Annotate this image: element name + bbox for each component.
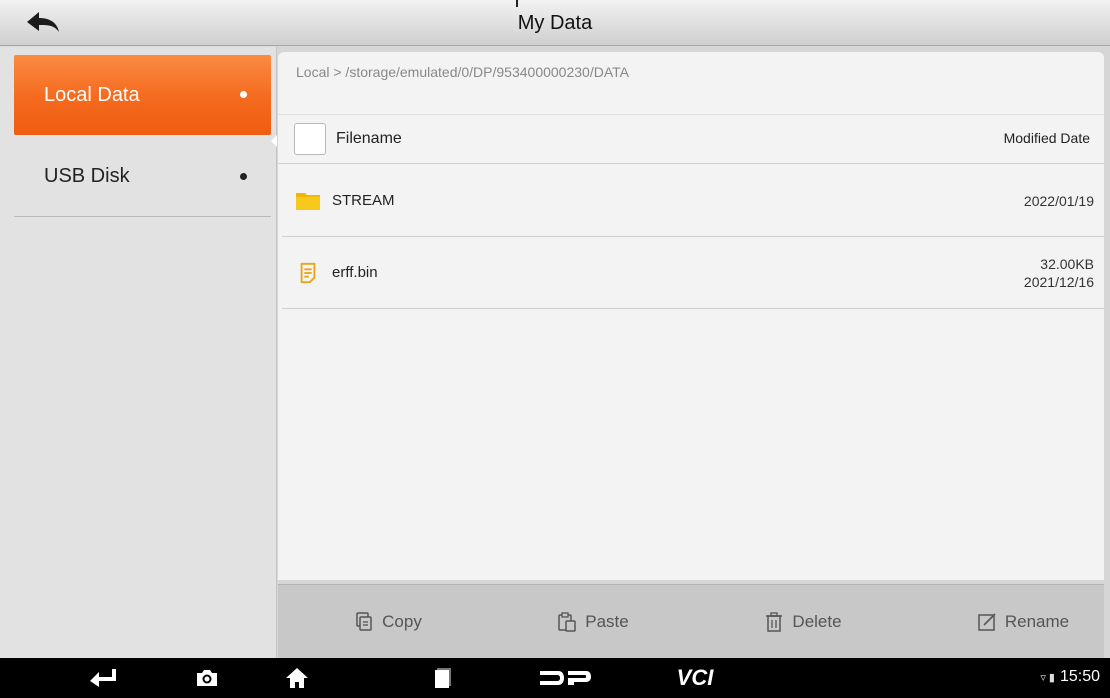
page-title: My Data	[517, 12, 593, 34]
file-name: erff.bin	[332, 264, 378, 281]
dp-logo-icon	[540, 671, 591, 685]
copy-label: Copy	[382, 612, 422, 631]
folder-icon	[296, 193, 320, 210]
home-icon	[286, 668, 308, 688]
rename-label: Rename	[1004, 612, 1070, 631]
delete-label: Delete	[792, 612, 842, 631]
sidebar-item-usb-disk[interactable]: USB Disk	[14, 137, 271, 217]
edit-icon	[978, 613, 996, 631]
clock: 15:50	[1059, 668, 1100, 685]
file-size: 32.00KB	[1040, 256, 1094, 272]
file-meta: 2022/01/19	[1024, 165, 1094, 237]
dp-logo-button[interactable]	[530, 658, 600, 698]
paste-button[interactable]: Paste	[533, 585, 653, 659]
vci-button[interactable]: VCI	[660, 658, 730, 698]
sidebar: Local Data USB Disk	[0, 47, 277, 658]
nav-home-button[interactable]	[272, 658, 322, 698]
column-header-modified-date: Modified Date	[1003, 130, 1090, 146]
file-meta: 32.00KB 2021/12/16	[1024, 237, 1094, 309]
return-arrow-icon	[90, 669, 116, 687]
nav-back-button[interactable]	[78, 658, 128, 698]
document-icon	[300, 262, 316, 284]
breadcrumb: Local > /storage/emulated/0/DP/953400000…	[296, 64, 629, 80]
file-row[interactable]: erff.bin 32.00KB 2021/12/16	[282, 237, 1104, 309]
status-area: ▿ ▮ 15:50	[1040, 668, 1100, 686]
delete-button[interactable]: Delete	[738, 585, 868, 659]
sidebar-item-label: USB Disk	[44, 165, 130, 187]
action-toolbar: Copy Paste Delete Rename	[278, 584, 1104, 658]
paste-label: Paste	[585, 612, 629, 631]
column-header-filename: Filename	[336, 130, 402, 147]
select-all-checkbox[interactable]	[294, 123, 326, 155]
sidebar-item-local-data[interactable]: Local Data	[14, 55, 271, 135]
dot-indicator	[240, 91, 247, 98]
trash-icon	[766, 612, 783, 632]
nav-recent-apps-button[interactable]	[418, 658, 468, 698]
file-date: 2022/01/19	[1023, 193, 1094, 209]
dot-indicator	[240, 173, 247, 180]
recent-apps-icon	[435, 668, 451, 688]
paste-icon	[558, 612, 576, 632]
sidebar-item-label: Local Data	[44, 83, 140, 106]
selection-pointer	[271, 135, 277, 147]
file-row[interactable]: STREAM 2022/01/19	[282, 165, 1104, 237]
file-date: 2021/12/16	[1023, 274, 1094, 290]
top-bar: My Data	[0, 0, 1110, 46]
file-name: STREAM	[332, 192, 395, 209]
copy-icon	[356, 612, 372, 631]
title-notch	[516, 0, 518, 7]
rename-button[interactable]: Rename	[958, 585, 1088, 659]
screenshot-button[interactable]	[182, 658, 232, 698]
screen: My Data Local Data USB Disk Local > /sto…	[0, 0, 1110, 698]
file-browser: Local > /storage/emulated/0/DP/953400000…	[278, 52, 1104, 580]
copy-button[interactable]: Copy	[328, 585, 448, 659]
system-nav-bar: VCI ▿ ▮ 15:50	[0, 658, 1110, 698]
camera-icon	[197, 670, 217, 686]
status-icons: ▿ ▮	[1040, 671, 1055, 684]
list-header: Filename Modified Date	[278, 114, 1104, 164]
